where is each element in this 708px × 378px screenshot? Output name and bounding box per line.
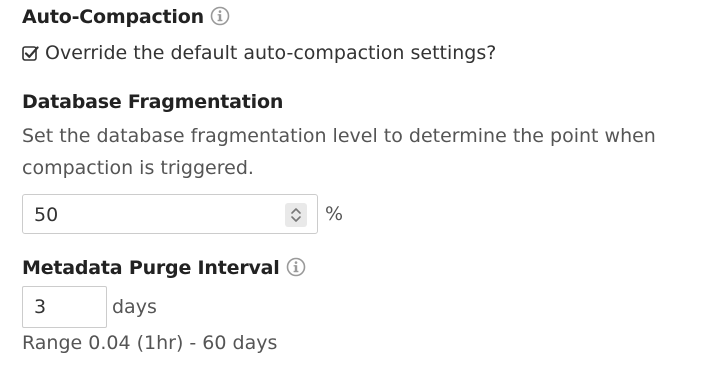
auto-compaction-title-text: Auto-Compaction: [22, 6, 204, 28]
purge-interval-input[interactable]: 3: [22, 286, 107, 328]
purge-heading: Metadata Purge Interval: [22, 257, 306, 282]
info-icon[interactable]: [286, 257, 306, 282]
fragmentation-value: 50: [34, 204, 59, 226]
fragmentation-unit: %: [325, 203, 344, 225]
auto-compaction-title: Auto-Compaction: [22, 6, 230, 31]
purge-range-hint: Range 0.04 (1hr) - 60 days: [22, 332, 278, 354]
spinner-arrows-icon[interactable]: [285, 203, 307, 227]
purge-heading-text: Metadata Purge Interval: [22, 257, 280, 279]
purge-interval-unit: days: [112, 296, 157, 318]
override-label: Override the default auto-compaction set…: [45, 42, 497, 64]
purge-interval-value: 3: [34, 296, 47, 318]
checkbox-checked-icon[interactable]: [22, 45, 39, 62]
fragmentation-input[interactable]: 50: [22, 194, 318, 234]
info-icon[interactable]: [210, 6, 230, 31]
override-setting[interactable]: Override the default auto-compaction set…: [22, 42, 496, 64]
fragmentation-description: Set the database fragmentation level to …: [22, 125, 656, 179]
fragmentation-heading: Database Fragmentation: [22, 91, 284, 113]
